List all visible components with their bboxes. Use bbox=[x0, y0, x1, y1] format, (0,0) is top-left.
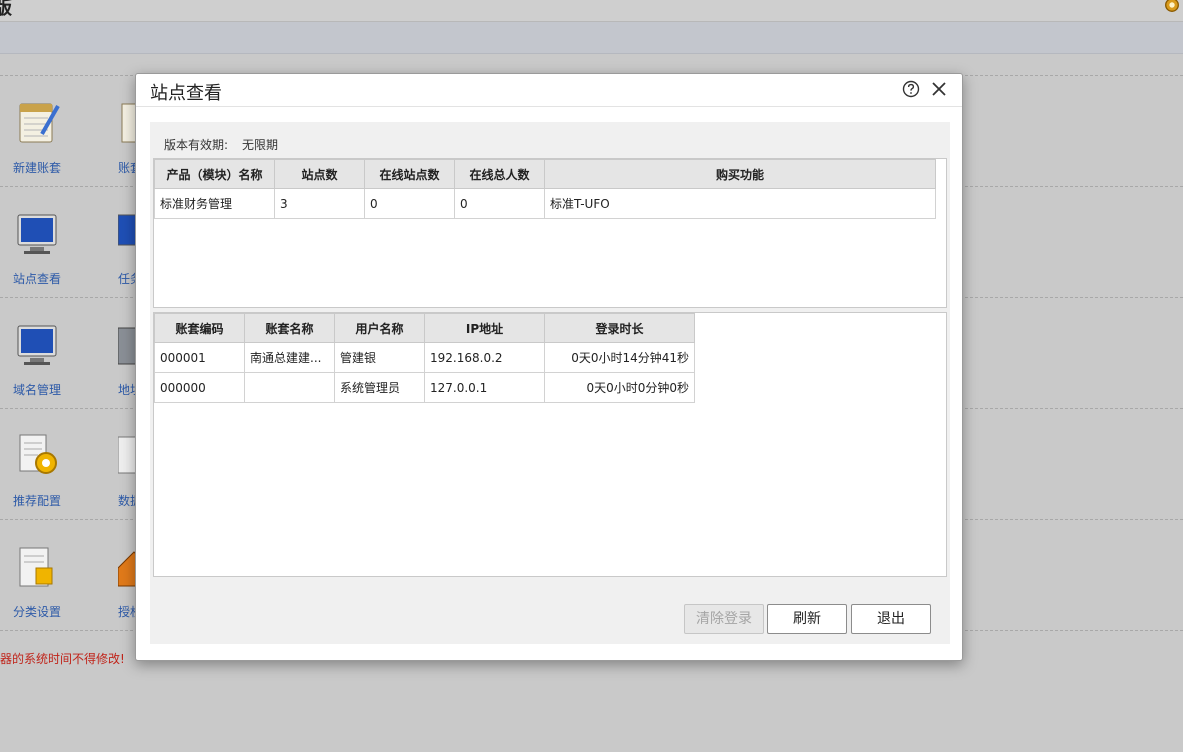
clear-login-button[interactable]: 清除登录 bbox=[684, 604, 764, 634]
column-header-login-duration[interactable]: 登录时长 bbox=[544, 313, 695, 343]
tile-domain-manage[interactable]: 域名管理 bbox=[2, 320, 72, 398]
monitor-icon bbox=[17, 325, 57, 365]
cell-purchased-features: 标准T-UFO bbox=[544, 188, 936, 219]
tile-label: 新建账套 bbox=[12, 161, 61, 175]
exit-button[interactable]: 退出 bbox=[851, 604, 931, 634]
refresh-button[interactable]: 刷新 bbox=[767, 604, 847, 634]
version-validity: 版本有效期: 无限期 bbox=[164, 136, 278, 153]
tile-site-view[interactable]: 站点查看 bbox=[2, 209, 72, 287]
document-gear-icon bbox=[19, 434, 57, 474]
help-icon[interactable] bbox=[902, 80, 920, 98]
tile-new-ledger[interactable]: 新建账套 bbox=[2, 98, 72, 176]
column-header-purchased-features[interactable]: 购买功能 bbox=[544, 159, 936, 189]
cell-login-duration: 0天0小时14分钟41秒 bbox=[544, 342, 695, 373]
products-header-row: 产品（模块）名称 站点数 在线站点数 在线总人数 购买功能 bbox=[154, 159, 936, 189]
tile-recommend-config[interactable]: 推荐配置 bbox=[2, 431, 72, 509]
cell-online-users: 0 bbox=[454, 188, 545, 219]
table-row[interactable]: 标准财务管理 3 0 0 标准T-UFO bbox=[154, 188, 936, 219]
cell-ip-address: 127.0.0.1 bbox=[424, 372, 545, 403]
validity-value: 无限期 bbox=[242, 138, 279, 152]
table-row[interactable]: 000001 南通总建建... 管建银 192.168.0.2 0天0小时14分… bbox=[154, 342, 695, 373]
column-header-ledger-name[interactable]: 账套名称 bbox=[244, 313, 335, 343]
cell-ledger-name: 南通总建建... bbox=[244, 342, 335, 373]
column-header-online-users[interactable]: 在线总人数 bbox=[454, 159, 545, 189]
tile-label: 站点查看 bbox=[12, 272, 61, 286]
app-topbar: 版 bbox=[0, 0, 1183, 22]
tile-label: 域名管理 bbox=[12, 383, 61, 397]
cell-user-name: 系统管理员 bbox=[334, 372, 425, 403]
column-header-user-name[interactable]: 用户名称 bbox=[334, 313, 425, 343]
tile-category-settings[interactable]: 分类设置 bbox=[2, 542, 72, 620]
column-header-site-count[interactable]: 站点数 bbox=[274, 159, 365, 189]
tile-label: 推荐配置 bbox=[12, 494, 61, 508]
settings-gear-icon[interactable] bbox=[1163, 0, 1181, 14]
cell-login-duration: 0天0小时0分钟0秒 bbox=[544, 372, 695, 403]
sessions-header-row: 账套编码 账套名称 用户名称 IP地址 登录时长 bbox=[154, 313, 695, 343]
cell-ledger-code: 000001 bbox=[154, 342, 245, 373]
validity-label: 版本有效期: bbox=[164, 138, 229, 152]
products-grid[interactable]: 产品（模块）名称 站点数 在线站点数 在线总人数 购买功能 标准财务管理 3 0… bbox=[153, 158, 947, 308]
document-settings-icon bbox=[19, 547, 53, 587]
close-icon[interactable] bbox=[930, 80, 948, 98]
system-time-warning: 器的系统时间不得修改! bbox=[0, 652, 125, 666]
column-header-online-sites[interactable]: 在线站点数 bbox=[364, 159, 455, 189]
dialog-title: 站点查看 bbox=[150, 83, 222, 104]
cell-user-name: 管建银 bbox=[334, 342, 425, 373]
cell-ledger-name bbox=[244, 372, 335, 403]
table-row[interactable]: 000000 系统管理员 127.0.0.1 0天0小时0分钟0秒 bbox=[154, 372, 695, 403]
app-title: 版 bbox=[0, 0, 12, 19]
sessions-grid[interactable]: 账套编码 账套名称 用户名称 IP地址 登录时长 000001 南通总建建...… bbox=[153, 312, 947, 577]
cell-product: 标准财务管理 bbox=[154, 188, 275, 219]
dialog-body: 版本有效期: 无限期 产品（模块）名称 站点数 在线站点数 在线总人数 购买功能 … bbox=[150, 122, 950, 644]
column-header-ip-address[interactable]: IP地址 bbox=[424, 313, 545, 343]
cell-ip-address: 192.168.0.2 bbox=[424, 342, 545, 373]
column-header-ledger-code[interactable]: 账套编码 bbox=[154, 313, 245, 343]
tile-label: 分类设置 bbox=[12, 605, 61, 619]
monitor-icon bbox=[17, 214, 57, 254]
ledger-notebook-icon bbox=[19, 103, 60, 143]
site-view-dialog: 站点查看 版本有效期: 无限期 产品（模块）名称 站点数 在线站点数 在线总人数… bbox=[135, 73, 963, 661]
column-header-product[interactable]: 产品（模块）名称 bbox=[154, 159, 275, 189]
cell-online-sites: 0 bbox=[364, 188, 455, 219]
cell-site-count: 3 bbox=[274, 188, 365, 219]
dialog-header: 站点查看 bbox=[136, 74, 962, 107]
cell-ledger-code: 000000 bbox=[154, 372, 245, 403]
app-toolbar-band bbox=[0, 22, 1183, 54]
